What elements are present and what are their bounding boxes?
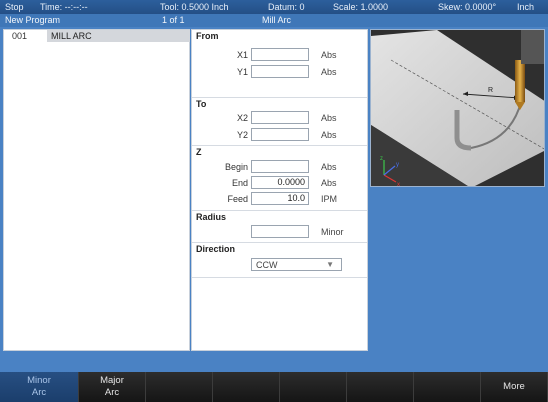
y-axis-label: y [396, 162, 399, 168]
program-title-bar: New Program 1 of 1 Mill Arc [0, 14, 548, 27]
x2-unit: Abs [321, 113, 337, 123]
radius-title: Radius [196, 212, 227, 222]
feed-unit: IPM [321, 194, 338, 204]
major-arc-button[interactable]: Major Arc [79, 372, 146, 402]
step-form: From X1 Abs Y1 Abs To X2 Abs Y2 Abs Z Be… [191, 29, 368, 351]
begin-label: Begin [224, 162, 248, 172]
tool-readout: Tool: 0.5000 Inch [160, 2, 229, 12]
radius-section: Radius Minor [192, 211, 367, 243]
spindle [521, 30, 544, 64]
radius-label: R [488, 87, 493, 94]
x1-label: X1 [236, 50, 248, 60]
to-section: To X2 Abs Y2 Abs [192, 98, 367, 146]
status-bar: Stop Time: --:--:-- Tool: 0.5000 Inch Da… [0, 0, 548, 14]
direction-title: Direction [196, 244, 236, 254]
x1-input[interactable] [251, 48, 309, 61]
program-name: New Program [5, 15, 61, 25]
z-title: Z [196, 147, 202, 157]
z-section: Z Begin Abs End 0.0000 Abs Feed 10.0 IPM [192, 146, 367, 211]
direction-section: Direction CCW ▼ [192, 243, 367, 278]
y2-label: Y2 [236, 130, 248, 140]
skew-readout: Skew: 0.0000° [438, 2, 497, 12]
softkey-label: Arc [104, 387, 120, 398]
list-item[interactable]: 001 MILL ARC [4, 30, 190, 42]
end-unit: Abs [321, 178, 337, 188]
softkey-label: More [503, 381, 525, 392]
page-indicator: 1 of 1 [162, 15, 185, 25]
z-axis-label: z [380, 156, 383, 162]
radius-input[interactable] [251, 225, 309, 238]
y2-unit: Abs [321, 130, 337, 140]
run-time: Time: --:--:-- [40, 2, 88, 12]
feed-label: Feed [227, 194, 248, 204]
operation-preview: R z x y [370, 29, 545, 187]
begin-unit: Abs [321, 162, 337, 172]
direction-select[interactable]: CCW ▼ [251, 258, 342, 271]
units-readout: Inch [517, 2, 535, 12]
y1-unit: Abs [321, 67, 337, 77]
arc-preview-illustration: R z x y [371, 30, 544, 187]
program-step-list: 001 MILL ARC [3, 29, 190, 351]
from-section: From X1 Abs Y1 Abs [192, 30, 367, 98]
x2-input[interactable] [251, 111, 309, 124]
from-title: From [196, 31, 219, 41]
begin-input[interactable] [251, 160, 309, 173]
chevron-down-icon: ▼ [326, 260, 334, 269]
softkey-label: Arc [31, 387, 47, 398]
machine-state: Stop [5, 2, 24, 12]
feed-input[interactable]: 10.0 [251, 192, 309, 205]
step-name: MILL ARC [47, 30, 190, 42]
x2-label: X2 [236, 113, 248, 123]
step-number: 001 [12, 31, 28, 41]
softkey-5[interactable] [280, 372, 347, 402]
softkey-7[interactable] [414, 372, 481, 402]
spacer-strip [0, 352, 548, 372]
step-title: Mill Arc [262, 15, 291, 25]
softkey-4[interactable] [213, 372, 280, 402]
datum-readout: Datum: 0 [268, 2, 305, 12]
direction-value: CCW [256, 260, 278, 270]
end-input[interactable]: 0.0000 [251, 176, 309, 189]
scale-readout: Scale: 1.0000 [333, 2, 389, 12]
y1-input[interactable] [251, 65, 309, 78]
radius-unit: Minor [321, 227, 344, 237]
softkey-label: Major [100, 375, 124, 386]
softkey-3[interactable] [146, 372, 213, 402]
x-axis-label: x [397, 182, 400, 187]
softkey-bar: Minor Arc Major Arc More [0, 372, 548, 402]
to-title: To [196, 99, 207, 109]
end-mill-tool [515, 60, 525, 102]
minor-arc-button[interactable]: Minor Arc [0, 372, 79, 402]
y2-input[interactable] [251, 128, 309, 141]
softkey-label: Minor [27, 375, 51, 386]
softkey-6[interactable] [347, 372, 414, 402]
more-button[interactable]: More [481, 372, 548, 402]
end-label: End [231, 178, 248, 188]
x1-unit: Abs [321, 50, 337, 60]
y1-label: Y1 [236, 67, 248, 77]
